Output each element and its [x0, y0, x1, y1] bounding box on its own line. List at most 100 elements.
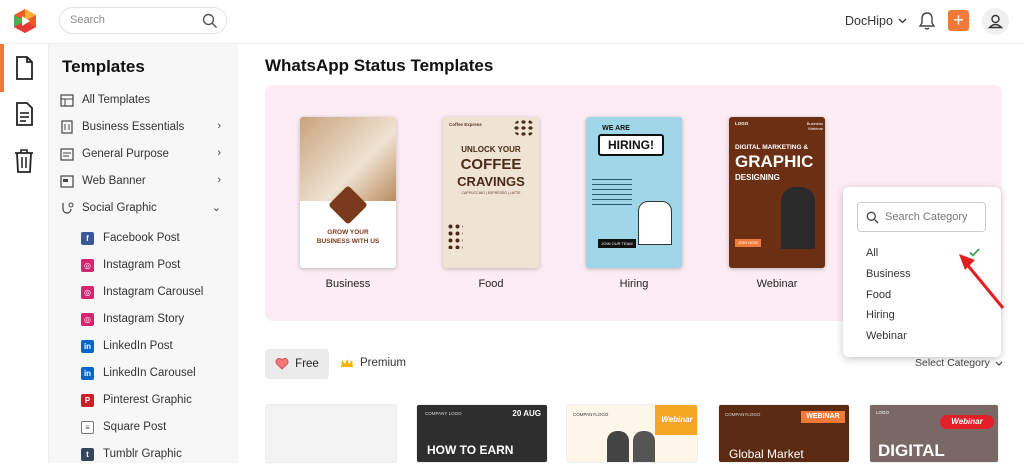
sidebar-subitem-linkedin-post[interactable]: in LinkedIn Post — [80, 335, 250, 357]
category-search-box[interactable] — [857, 202, 986, 232]
free-filter-button[interactable]: Free — [265, 349, 329, 379]
category-option-webinar[interactable]: Webinar — [866, 330, 907, 342]
chevron-down-icon — [995, 361, 1003, 366]
chevron-right-icon: › — [217, 120, 221, 132]
sidebar-subitem-tumblr-graphic[interactable]: t Tumblr Graphic — [80, 443, 250, 465]
template-thumbnail[interactable] — [265, 404, 397, 463]
sidebar-item-web-banner[interactable]: Web Banner › — [59, 170, 229, 192]
trash-icon[interactable] — [12, 148, 36, 174]
category-option-all[interactable]: All — [866, 247, 878, 259]
templates-document-icon[interactable] — [12, 55, 36, 81]
sidebar-subitem-square-post[interactable]: ≡ Square Post — [80, 416, 250, 438]
sidebar-item-label: Web Banner — [82, 175, 146, 187]
category-label-business[interactable]: Business — [300, 278, 396, 290]
chevron-down-icon: ⌄ — [211, 202, 221, 214]
template-thumbnail[interactable]: LOGO Webinar DIGITAL — [869, 404, 999, 463]
category-card-webinar[interactable]: LOGO Business Webinar DIGITAL MARKETING … — [729, 117, 825, 268]
template-thumbnail[interactable]: COMPANYLOGO WEBINAR Global Market — [718, 404, 850, 463]
user-avatar[interactable] — [982, 8, 1009, 35]
thumb-logo: COMPANYLOGO — [573, 412, 609, 417]
category-option-food[interactable]: Food — [866, 289, 891, 301]
page-title: WhatsApp Status Templates — [265, 56, 494, 75]
linkedin-icon: in — [81, 366, 94, 380]
category-option-business[interactable]: Business — [866, 268, 911, 280]
card-kicker: Business Webinar — [806, 121, 823, 131]
premium-filter-label: Premium — [360, 357, 407, 369]
instagram-icon: ◎ — [81, 312, 94, 326]
linkedin-icon: in — [81, 339, 94, 353]
sidebar-subitem-label: Instagram Story — [103, 313, 185, 325]
banner-icon — [59, 174, 74, 188]
template-thumbnail[interactable]: COMPANY LOGO 20 AUG HOW TO EARN — [416, 404, 548, 463]
thumb-title: Global Market — [729, 447, 804, 461]
category-card-hiring[interactable]: WE ARE HIRING! JOIN OUR TEAM — [586, 117, 682, 268]
thumb-title: DIGITAL — [878, 441, 945, 460]
dochipo-logo-icon[interactable] — [12, 8, 38, 34]
sidebar-item-business-essentials[interactable]: Business Essentials › — [59, 116, 229, 138]
tumblr-icon: t — [81, 447, 94, 461]
category-label-hiring[interactable]: Hiring — [586, 278, 682, 290]
search-icon — [866, 211, 879, 224]
card-brand: Coffee Express — [449, 122, 482, 127]
search-input[interactable] — [70, 14, 200, 26]
category-card-food[interactable]: Coffee Express UNLOCK YOUR COFFEE CRAVIN… — [443, 117, 539, 268]
templates-sidebar: Templates All Templates Business Essenti… — [49, 44, 238, 463]
search-icon[interactable] — [202, 13, 218, 29]
user-icon — [987, 14, 1004, 29]
sidebar-subitem-instagram-story[interactable]: ◎ Instagram Story — [80, 308, 250, 330]
instagram-icon: ◎ — [81, 258, 94, 272]
facebook-icon: f — [81, 231, 94, 245]
thumb-logo: COMPANYLOGO — [725, 412, 761, 417]
card-text-line1: UNLOCK YOUR — [461, 145, 521, 154]
card-text-line2: GRAPHIC — [735, 152, 814, 171]
card-text-line2: HIRING! — [598, 134, 664, 156]
speaker-photo — [633, 431, 655, 462]
chevron-right-icon: › — [217, 147, 221, 159]
sidebar-subitem-label: LinkedIn Post — [103, 340, 173, 352]
chevron-down-icon — [898, 18, 907, 24]
sidebar-item-label: All Templates — [82, 94, 151, 106]
sidebar-item-social-graphic[interactable]: Social Graphic ⌄ — [59, 197, 229, 219]
thumb-badge: Webinar — [655, 405, 697, 435]
building-icon — [60, 120, 73, 134]
account-menu[interactable]: DocHipo — [845, 14, 907, 28]
sidebar-subitem-facebook-post[interactable]: f Facebook Post — [80, 227, 250, 249]
coffee-beans-decoration — [447, 223, 463, 249]
select-category-toggle[interactable]: Select Category — [915, 357, 1003, 369]
premium-filter-button[interactable]: Premium — [340, 357, 406, 369]
my-documents-icon[interactable] — [12, 101, 36, 127]
sidebar-subitem-instagram-post[interactable]: ◎ Instagram Post — [80, 254, 250, 276]
sidebar-subitem-pinterest-graphic[interactable]: P Pinterest Graphic — [80, 389, 250, 411]
doc-list-icon — [59, 147, 74, 161]
card-text-line1: WE ARE — [602, 125, 630, 132]
speaker-photo — [607, 431, 629, 462]
sidebar-item-general-purpose[interactable]: General Purpose › — [59, 143, 229, 165]
select-category-label: Select Category — [915, 357, 990, 369]
thumb-date: 20 AUG — [512, 409, 541, 418]
active-indicator — [0, 44, 4, 92]
card-tagline: CAPPUCCINO | ESPRESSO | LATTE — [461, 191, 521, 195]
sidebar-item-label: Business Essentials — [82, 121, 185, 133]
category-label-food[interactable]: Food — [443, 278, 539, 290]
square-post-icon: ≡ — [81, 420, 94, 434]
card-text-line3: CRAVINGS — [457, 174, 525, 189]
crown-icon — [341, 358, 353, 367]
category-card-business[interactable]: GROW YOUR BUSINESS WITH US — [300, 117, 396, 268]
card-text-line3: DESIGNING — [735, 173, 780, 182]
category-search-input[interactable] — [885, 211, 981, 223]
card-text-line1: GROW YOUR — [327, 229, 369, 236]
thumb-title: HOW TO EARN — [427, 443, 514, 457]
template-thumbnail[interactable]: COMPANYLOGO Webinar — [566, 404, 698, 463]
category-option-hiring[interactable]: Hiring — [866, 309, 895, 321]
card-cta: JOIN NOW — [735, 239, 761, 247]
person-illustration — [638, 201, 672, 245]
search-bar[interactable] — [59, 7, 227, 34]
free-filter-label: Free — [295, 358, 319, 370]
sidebar-subitem-instagram-carousel[interactable]: ◎ Instagram Carousel — [80, 281, 250, 303]
sidebar-subitem-linkedin-carousel[interactable]: in LinkedIn Carousel — [80, 362, 250, 384]
sidebar-item-all-templates[interactable]: All Templates — [59, 89, 229, 111]
bell-icon[interactable] — [918, 11, 936, 31]
thumb-logo: COMPANY LOGO — [425, 411, 462, 416]
create-new-button[interactable]: + — [948, 10, 969, 31]
category-label-webinar[interactable]: Webinar — [729, 278, 825, 290]
